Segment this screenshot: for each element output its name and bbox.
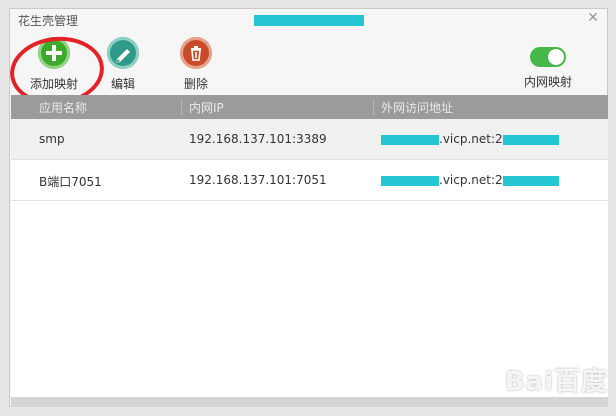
peanut-shell-manager-window: 花生壳管理 ✕ 添加映射 编辑 删除 内网映射 应用名称 内网IP 外网访问地址… [6, 8, 608, 407]
redacted-block [502, 175, 559, 186]
header-divider [181, 99, 182, 115]
intranet-mapping-toggle[interactable]: 内网映射 [513, 47, 583, 90]
redacted-block [381, 134, 439, 145]
mapping-table: 应用名称 内网IP 外网访问地址 smp 192.168.137.101:338… [11, 95, 608, 397]
row-external-address: .vicp.net:2 [381, 173, 559, 187]
toggle-knob [548, 49, 564, 65]
header-divider [373, 99, 374, 115]
redacted-block [502, 134, 559, 145]
pencil-icon [107, 37, 139, 69]
bottom-bar [11, 397, 608, 407]
row-app-name: B端口7051 [39, 175, 102, 189]
redacted-block [381, 175, 439, 186]
table-header: 应用名称 内网IP 外网访问地址 [11, 95, 608, 119]
header-intranet-ip[interactable]: 内网IP [189, 99, 224, 116]
baidu-watermark: Bai百度 [504, 367, 608, 397]
window-title: 花生壳管理 [18, 14, 79, 28]
toggle-switch[interactable] [530, 47, 566, 67]
row-intranet-ip: 192.168.137.101:7051 [189, 173, 327, 187]
header-external-address[interactable]: 外网访问地址 [381, 99, 453, 116]
row-external-address: .vicp.net:2 [381, 132, 559, 146]
table-row[interactable]: B端口7051 192.168.137.101:7051 .vicp.net:2 [11, 160, 608, 201]
redacted-title-block [254, 15, 364, 26]
title-bar: 花生壳管理 ✕ [10, 9, 607, 31]
delete-button[interactable]: 删除 [164, 37, 228, 92]
trash-icon [180, 37, 212, 69]
delete-label: 删除 [183, 77, 208, 91]
row-app-name: smp [39, 132, 65, 146]
close-icon[interactable]: ✕ [585, 10, 601, 26]
toggle-label: 内网映射 [523, 75, 572, 89]
header-app-name[interactable]: 应用名称 [39, 99, 87, 116]
table-row[interactable]: smp 192.168.137.101:3389 .vicp.net:2 [11, 119, 608, 160]
row-intranet-ip: 192.168.137.101:3389 [189, 132, 327, 146]
